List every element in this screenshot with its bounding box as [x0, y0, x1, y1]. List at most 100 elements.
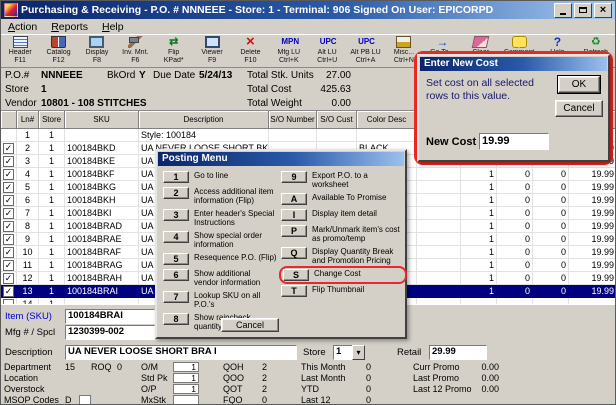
posting-menu-item-3[interactable]: 3Enter header's Special Instructions: [163, 209, 277, 227]
posting-menu-item-5[interactable]: 5Resequence P.O. (Flip): [163, 253, 277, 265]
stat-field[interactable]: 1: [173, 384, 199, 394]
cost-dialog-title-text: Enter New Cost: [424, 58, 498, 69]
maximize-icon[interactable]: [574, 3, 592, 18]
delete-button[interactable]: DeleteF10: [231, 35, 269, 67]
stat-label: QOT: [223, 384, 243, 394]
stat-field[interactable]: 1: [173, 362, 199, 372]
row-checkbox[interactable]: [3, 273, 14, 284]
column-header[interactable]: S/O Number: [269, 111, 317, 129]
row-checkbox[interactable]: [3, 156, 14, 167]
posting-menu-item-i[interactable]: IDisplay item detail: [281, 209, 405, 221]
cell-store: 1: [39, 194, 65, 207]
row-checkbox[interactable]: [3, 182, 14, 193]
column-header[interactable]: SKU: [65, 111, 139, 129]
item-sku-label[interactable]: Item (SKU): [5, 311, 52, 322]
upc-alt-pb-lu-button[interactable]: UPCAlt PB LUCtrl+A: [346, 35, 384, 67]
viewer-button[interactable]: ViewerF9: [193, 35, 231, 67]
key-button-a[interactable]: A: [281, 193, 307, 205]
display-button[interactable]: DisplayF8: [78, 35, 116, 67]
posting-menu-item-a[interactable]: AAvailable To Promise: [281, 193, 405, 205]
cell-n4: 19.99: [569, 168, 616, 181]
posting-menu-item-q[interactable]: QDisplay Quantity Break and Promotion Pr…: [281, 247, 405, 265]
cell-cb: [1, 272, 17, 285]
key-button-2[interactable]: 2: [163, 187, 189, 199]
key-button-t[interactable]: T: [281, 285, 307, 297]
stat-field[interactable]: [79, 395, 91, 405]
menu-help[interactable]: Help: [95, 21, 131, 33]
row-checkbox[interactable]: [3, 169, 14, 180]
posting-menu-item-9[interactable]: 9Export P.O. to a worksheet: [281, 171, 405, 189]
stat-field[interactable]: [173, 395, 199, 405]
column-header[interactable]: S/O Cust: [317, 111, 357, 129]
column-header[interactable]: Store: [39, 111, 65, 129]
cell-ln: 3: [17, 155, 39, 168]
row-checkbox[interactable]: [3, 221, 14, 232]
row-checkbox[interactable]: [3, 208, 14, 219]
new-cost-input[interactable]: 19.99: [479, 133, 549, 150]
row-checkbox[interactable]: [3, 195, 14, 206]
posting-menu-item-2[interactable]: 2Access additional item information (Fli…: [163, 187, 277, 205]
bkord-value[interactable]: Y: [139, 70, 146, 81]
cancel-button[interactable]: Cancel: [555, 100, 603, 117]
key-button-p[interactable]: P: [281, 225, 307, 237]
mfg-spcl-input[interactable]: 1230399-002: [65, 325, 155, 340]
posting-menu-item-4[interactable]: 4Show special order information: [163, 231, 277, 249]
menu-action[interactable]: Action: [1, 21, 44, 33]
key-button-1[interactable]: 1: [163, 171, 189, 183]
cell-cb: [1, 155, 17, 168]
key-button-4[interactable]: 4: [163, 231, 189, 243]
total-cost-value: 425.63: [299, 84, 351, 95]
store-value[interactable]: 1: [41, 84, 47, 95]
posting-menu-item-6[interactable]: 6Show additional vendor information: [163, 269, 277, 287]
close-icon[interactable]: ×: [594, 3, 612, 18]
description-input[interactable]: UA NEVER LOOSE SHORT BRA I: [65, 345, 297, 360]
row-checkbox[interactable]: [3, 260, 14, 271]
retail-input[interactable]: 29.99: [429, 345, 487, 360]
column-header[interactable]: Color Desc: [357, 111, 417, 129]
po-number-value[interactable]: NNNEEE: [41, 70, 83, 81]
column-header[interactable]: [1, 111, 17, 129]
vendor-value[interactable]: 10801 - 108 STITCHES: [41, 98, 147, 109]
item-sku-input[interactable]: 100184BRAI: [65, 309, 155, 324]
row-checkbox[interactable]: [3, 247, 14, 258]
cell-n1: 1: [461, 285, 497, 298]
key-button-5[interactable]: 5: [163, 253, 189, 265]
key-button-8[interactable]: 8: [163, 313, 189, 325]
column-header[interactable]: Ln#: [17, 111, 39, 129]
posting-menu-item-t[interactable]: TFlip Thumbnail: [281, 285, 405, 297]
ok-button[interactable]: OK: [558, 76, 600, 93]
stat-field[interactable]: 1: [173, 373, 199, 383]
key-button-9[interactable]: 9: [281, 171, 307, 183]
retail-label: Retail: [397, 347, 421, 358]
key-button-6[interactable]: 6: [163, 269, 189, 281]
upc-alt-lu-button[interactable]: UPCAlt LUCtrl+U: [308, 35, 346, 67]
inv-mnt-button[interactable]: Inv. Mnt.F6: [116, 35, 154, 67]
posting-menu-cancel-button[interactable]: Cancel: [221, 318, 279, 332]
flip-button[interactable]: FlipKPad*: [155, 35, 193, 67]
row-checkbox[interactable]: [3, 143, 14, 154]
posting-menu-item-1[interactable]: 1Go to line: [163, 171, 277, 183]
key-button-7[interactable]: 7: [163, 291, 189, 303]
clear-icon: [472, 36, 490, 48]
posting-menu-item-p[interactable]: PMark/Unmark item's cost as promo/temp: [281, 225, 405, 243]
menu-reports[interactable]: Reports: [44, 21, 95, 33]
key-button-q[interactable]: Q: [281, 247, 307, 259]
key-button-s[interactable]: S: [283, 269, 309, 281]
column-header[interactable]: Description: [139, 111, 269, 129]
chevron-down-icon[interactable]: ▾: [352, 345, 365, 360]
toolbar-label: Header: [1, 49, 39, 57]
header-button[interactable]: HeaderF11: [1, 35, 39, 67]
key-button-3[interactable]: 3: [163, 209, 189, 221]
catalog-button[interactable]: CatalogF12: [39, 35, 77, 67]
row-checkbox[interactable]: [3, 234, 14, 245]
posting-menu-item-s[interactable]: SChange Cost: [279, 266, 407, 284]
key-button-i[interactable]: I: [281, 209, 307, 221]
cell-cb: [1, 259, 17, 272]
minimize-icon[interactable]: [554, 3, 572, 18]
row-checkbox[interactable]: [3, 286, 14, 297]
toolbar-label: Flip: [155, 49, 193, 57]
stat-label: YTD: [301, 384, 319, 394]
due-date-value[interactable]: 5/24/13: [199, 70, 232, 81]
mpn-mfg-lu-button[interactable]: MPNMfg LUCtrl+K: [270, 35, 308, 67]
posting-menu-item-7[interactable]: 7Lookup SKU on all P.O.'s: [163, 291, 277, 309]
